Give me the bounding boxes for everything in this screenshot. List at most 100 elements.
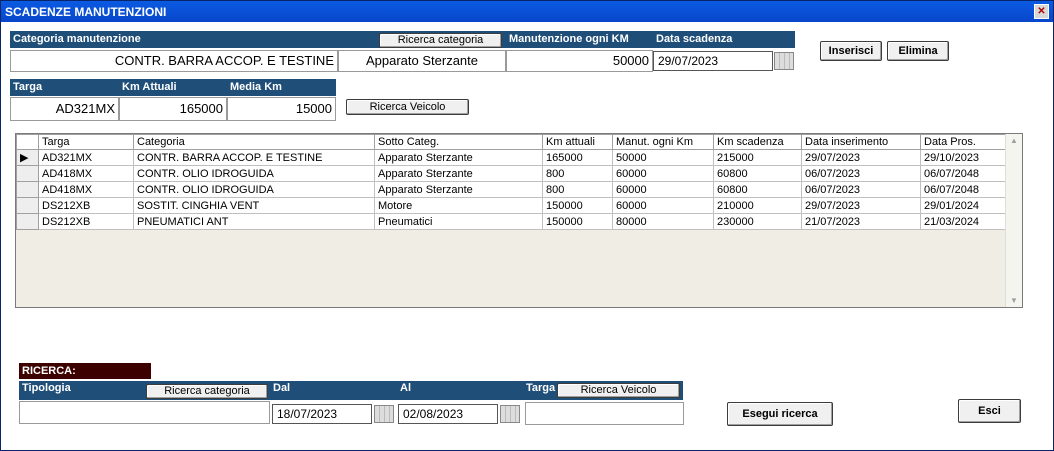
al-header: Al xyxy=(397,381,523,400)
main-window: SCADENZE MANUTENZIONI ✕ Categoria manute… xyxy=(0,0,1054,451)
esci-button[interactable]: Esci xyxy=(958,399,1021,423)
dal-header-label: Dal xyxy=(273,382,291,394)
column-header[interactable]: Km scadenza xyxy=(713,134,802,150)
column-header[interactable]: Categoria xyxy=(133,134,375,150)
table-cell[interactable]: 06/07/2023 xyxy=(801,165,921,182)
elimina-button[interactable]: Elimina xyxy=(887,41,949,61)
tipologia-field[interactable] xyxy=(19,401,270,424)
table-cell[interactable]: 210000 xyxy=(713,197,802,214)
data-scadenza-field[interactable]: 29/07/2023 xyxy=(653,51,773,71)
ricerca-veicolo-button[interactable]: Ricerca Veicolo xyxy=(346,99,469,115)
table-cell[interactable]: 165000 xyxy=(542,149,613,166)
table-cell[interactable]: 230000 xyxy=(713,213,802,230)
table-cell[interactable]: 215000 xyxy=(713,149,802,166)
column-header[interactable]: Km attuali xyxy=(542,134,613,150)
km-attuali-header-label: Km Attuali xyxy=(122,81,177,93)
table-cell[interactable]: 60800 xyxy=(713,165,802,182)
table-cell[interactable]: 800 xyxy=(542,165,613,182)
dal-header: Dal xyxy=(270,381,397,400)
table-cell[interactable]: Apparato Sterzante xyxy=(374,181,543,198)
table-row[interactable]: AD418MX CONTR. OLIO IDROGUIDA Apparato Ste… xyxy=(16,181,1009,198)
column-header[interactable]: Manut. ogni Km xyxy=(612,134,714,150)
search-ricerca-categoria-button[interactable]: Ricerca categoria xyxy=(146,384,268,399)
table-cell[interactable]: 06/07/2023 xyxy=(801,181,921,198)
table-cell[interactable]: DS212XB xyxy=(38,197,134,214)
row-selector[interactable] xyxy=(16,197,39,214)
manutenzione-km-field[interactable]: 50000 xyxy=(506,50,653,72)
table-cell[interactable]: Apparato Sterzante xyxy=(374,149,543,166)
row-selector-header xyxy=(16,134,39,150)
row-selector-arrow-icon[interactable]: ▶ xyxy=(16,149,39,166)
inserisci-button[interactable]: Inserisci xyxy=(820,41,882,61)
table-cell[interactable]: 06/07/2048 xyxy=(920,165,1009,182)
calendar-icon[interactable] xyxy=(774,52,794,70)
close-icon[interactable]: ✕ xyxy=(1034,4,1049,19)
table-row[interactable]: ▶ AD321MX CONTR. BARRA ACCOP. E TESTINE App… xyxy=(16,149,1009,166)
search-ricerca-veicolo-button[interactable]: Ricerca Veicolo xyxy=(557,383,680,398)
row-selector[interactable] xyxy=(16,213,39,230)
table-cell[interactable]: AD321MX xyxy=(38,149,134,166)
column-header[interactable]: Data Pros. xyxy=(920,134,1009,150)
table-cell[interactable]: 60000 xyxy=(612,165,714,182)
al-date-field[interactable]: 02/08/2023 xyxy=(398,404,498,424)
sottocategoria-field[interactable]: Apparato Sterzante xyxy=(338,50,506,72)
table-cell[interactable]: Pneumatici xyxy=(374,213,543,230)
al-calendar-icon[interactable] xyxy=(500,405,520,423)
table-cell[interactable]: Apparato Sterzante xyxy=(374,165,543,182)
grid-header-row: Targa Categoria Sotto Categ. Km attuali Manu… xyxy=(16,134,1009,150)
table-cell[interactable]: DS212XB xyxy=(38,213,134,230)
esegui-ricerca-button[interactable]: Esegui ricerca xyxy=(727,402,833,426)
data-scadenza-header-label: Data scadenza xyxy=(656,33,733,45)
table-cell[interactable]: 29/07/2023 xyxy=(801,197,921,214)
table-cell[interactable]: 21/03/2024 xyxy=(920,213,1009,230)
km-attuali-field[interactable]: 165000 xyxy=(119,97,227,121)
table-cell[interactable]: AD418MX xyxy=(38,165,134,182)
table-cell[interactable]: 150000 xyxy=(542,213,613,230)
targa-header-label: Targa xyxy=(13,81,43,93)
table-cell[interactable]: 06/07/2048 xyxy=(920,181,1009,198)
al-header-label: Al xyxy=(400,382,411,394)
media-km-field[interactable]: 15000 xyxy=(227,97,336,121)
grid-scrollbar[interactable]: ▲ ▼ xyxy=(1005,134,1022,307)
table-cell[interactable]: 29/10/2023 xyxy=(920,149,1009,166)
column-header[interactable]: Targa xyxy=(38,134,134,150)
table-cell[interactable]: 60000 xyxy=(612,197,714,214)
column-header[interactable]: Sotto Categ. xyxy=(374,134,543,150)
manutenzione-header-label: Manutenzione ogni KM xyxy=(509,33,629,45)
targa-field[interactable]: AD321MX xyxy=(10,97,119,121)
column-header[interactable]: Data inserimento xyxy=(801,134,921,150)
table-row[interactable]: DS212XB SOSTIT. CINGHIA VENT Motore 150000 6… xyxy=(16,197,1009,214)
table-cell[interactable]: 800 xyxy=(542,181,613,198)
row-selector[interactable] xyxy=(16,181,39,198)
table-cell[interactable]: 150000 xyxy=(542,197,613,214)
dal-calendar-icon[interactable] xyxy=(374,405,394,423)
table-cell[interactable]: CONTR. OLIO IDROGUIDA xyxy=(133,165,375,182)
ricerca-categoria-button[interactable]: Ricerca categoria xyxy=(379,33,502,48)
table-cell[interactable]: 29/01/2024 xyxy=(920,197,1009,214)
table-cell[interactable]: PNEUMATICI ANT xyxy=(133,213,375,230)
dal-date-field[interactable]: 18/07/2023 xyxy=(272,404,372,424)
table-cell[interactable]: SOSTIT. CINGHIA VENT xyxy=(133,197,375,214)
table-cell[interactable]: 21/07/2023 xyxy=(801,213,921,230)
search-targa-field[interactable] xyxy=(525,402,684,425)
table-cell[interactable]: AD418MX xyxy=(38,181,134,198)
media-km-header: Media Km xyxy=(227,79,336,96)
scroll-down-icon[interactable]: ▼ xyxy=(1010,296,1018,305)
table-cell[interactable]: 50000 xyxy=(612,149,714,166)
media-km-header-label: Media Km xyxy=(230,81,282,93)
table-row[interactable]: AD418MX CONTR. OLIO IDROGUIDA Apparato Ste… xyxy=(16,165,1009,182)
table-cell[interactable]: Motore xyxy=(374,197,543,214)
km-attuali-header: Km Attuali xyxy=(119,79,227,96)
maintenance-table: Targa Categoria Sotto Categ. Km attuali Manu… xyxy=(16,134,1009,230)
table-cell[interactable]: 29/07/2023 xyxy=(801,149,921,166)
title-bar: SCADENZE MANUTENZIONI ✕ xyxy=(1,1,1053,22)
table-cell[interactable]: CONTR. OLIO IDROGUIDA xyxy=(133,181,375,198)
table-cell[interactable]: CONTR. BARRA ACCOP. E TESTINE xyxy=(133,149,375,166)
table-row[interactable]: DS212XB PNEUMATICI ANT Pneumatici 150000 800… xyxy=(16,213,1009,230)
row-selector[interactable] xyxy=(16,165,39,182)
table-cell[interactable]: 80000 xyxy=(612,213,714,230)
categoria-field[interactable]: CONTR. BARRA ACCOP. E TESTINE xyxy=(10,50,338,72)
table-cell[interactable]: 60000 xyxy=(612,181,714,198)
scroll-up-icon[interactable]: ▲ xyxy=(1010,136,1018,145)
table-cell[interactable]: 60800 xyxy=(713,181,802,198)
